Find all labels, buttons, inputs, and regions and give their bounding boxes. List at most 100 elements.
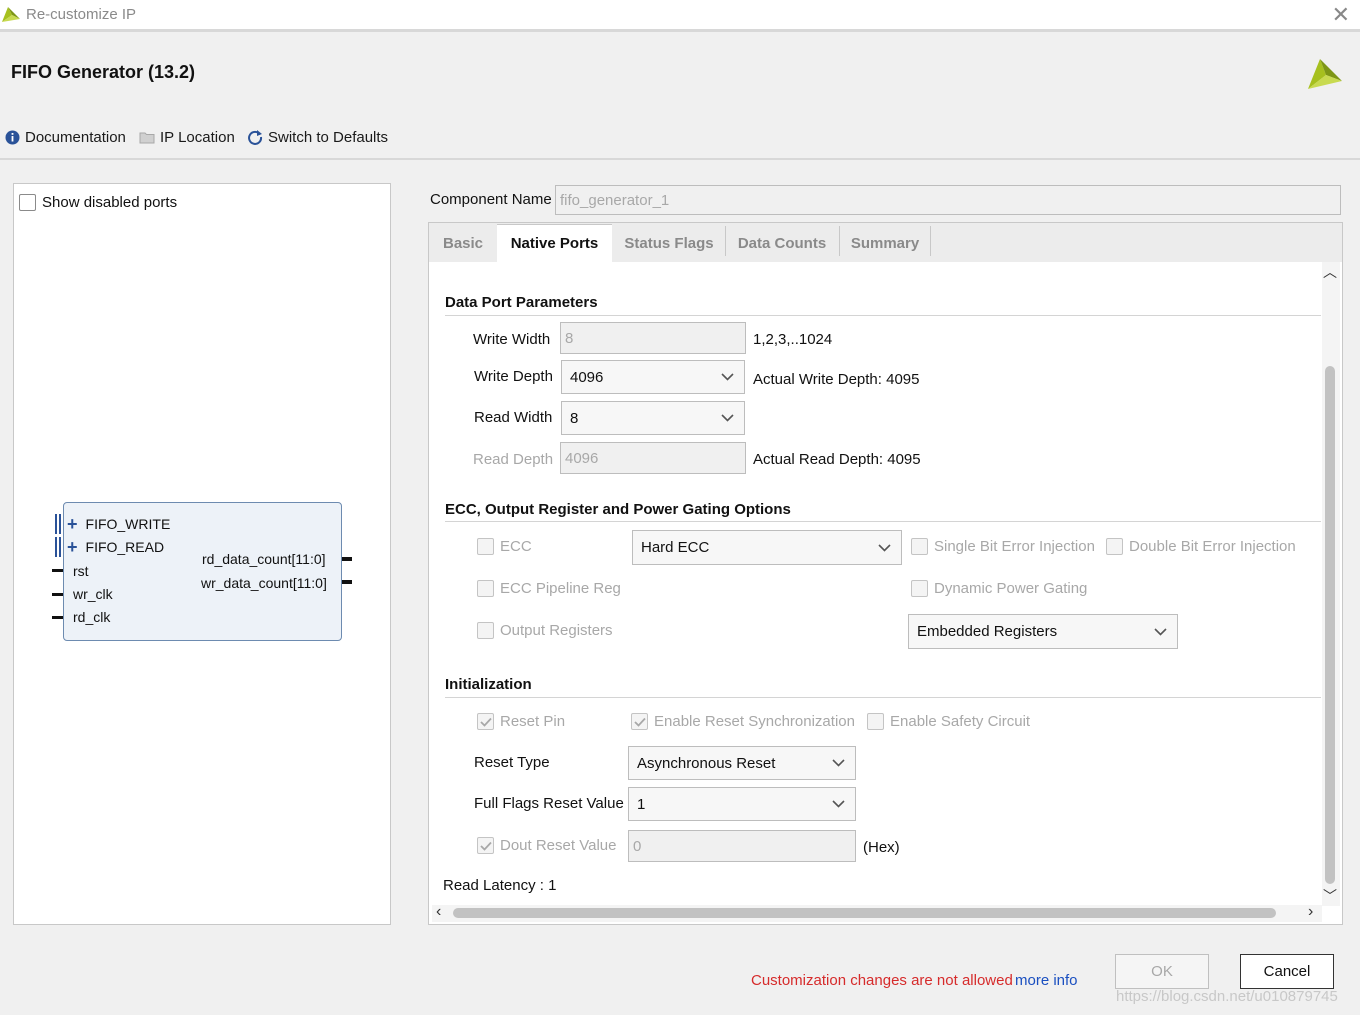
- horizontal-scroll-thumb[interactable]: [453, 908, 1276, 918]
- bus-pin-write-2: [59, 514, 61, 534]
- bus-pin-read-2: [59, 537, 61, 557]
- output-registers-label: Output Registers: [500, 622, 613, 639]
- pin-rd-clk: rd_clk: [73, 609, 111, 625]
- ecc-mode-select[interactable]: Hard ECC: [632, 530, 902, 565]
- tab-native-ports[interactable]: Native Ports: [497, 224, 612, 262]
- section-title-ecc: ECC, Output Register and Power Gating Op…: [445, 501, 791, 518]
- component-name-label: Component Name: [430, 191, 552, 208]
- output-registers-checkbox[interactable]: Output Registers: [477, 622, 613, 639]
- dout-reset-label: Dout Reset Value: [500, 837, 617, 854]
- pin-rst: rst: [73, 563, 89, 579]
- checkbox-box[interactable]: [911, 580, 928, 597]
- ecc-pipeline-reg-label: ECC Pipeline Reg: [500, 580, 621, 597]
- scroll-down-icon[interactable]: ﹀: [1323, 886, 1337, 906]
- tab-basic[interactable]: Basic: [430, 224, 496, 262]
- switch-to-defaults-button[interactable]: Switch to Defaults: [247, 127, 388, 147]
- switch-to-defaults-label: Switch to Defaults: [268, 128, 389, 146]
- checkbox-box[interactable]: [477, 538, 494, 555]
- ip-location-label: IP Location: [160, 128, 235, 146]
- write-width-hint: 1,2,3,..1024: [753, 331, 833, 348]
- enable-safety-circuit-label: Enable Safety Circuit: [890, 713, 1031, 730]
- xilinx-logo-icon: [1308, 59, 1342, 89]
- ecc-checkbox[interactable]: ECC: [477, 538, 532, 555]
- documentation-button[interactable]: Documentation: [5, 127, 126, 147]
- enable-safety-circuit-checkbox[interactable]: Enable Safety Circuit: [867, 713, 1030, 730]
- scroll-up-icon[interactable]: ︿: [1323, 262, 1337, 282]
- enable-reset-sync-checkbox[interactable]: Enable Reset Synchronization: [631, 713, 855, 730]
- dout-reset-input[interactable]: 0: [628, 830, 856, 862]
- chevron-down-icon: [721, 373, 734, 381]
- expand-plus-icon[interactable]: +: [67, 515, 78, 533]
- documentation-label: Documentation: [25, 128, 126, 146]
- full-flags-reset-select[interactable]: 1: [628, 787, 856, 821]
- window-titlebar: Re-customize IP ✕: [0, 0, 1360, 32]
- ecc-pipeline-reg-checkbox[interactable]: ECC Pipeline Reg: [477, 580, 621, 597]
- pin-wr-clk: wr_clk: [73, 586, 113, 602]
- write-depth-hint: Actual Write Depth: 4095: [753, 371, 920, 388]
- window-title: Re-customize IP: [26, 6, 137, 23]
- double-bit-error-label: Double Bit Error Injection: [1129, 538, 1296, 555]
- checkbox-box[interactable]: [1106, 538, 1123, 555]
- info-icon: [5, 130, 20, 144]
- reset-type-value: Asynchronous Reset: [637, 754, 776, 772]
- reset-pin-checkbox[interactable]: Reset Pin: [477, 713, 565, 730]
- pin-rd-data-count: rd_data_count[11:0]: [202, 551, 326, 567]
- checkbox-box[interactable]: [477, 713, 494, 730]
- section-divider: [445, 315, 1321, 316]
- component-name-input[interactable]: fifo_generator_1: [555, 185, 1341, 215]
- scroll-right-icon[interactable]: ›: [1308, 903, 1313, 921]
- double-bit-error-checkbox[interactable]: Double Bit Error Injection: [1106, 538, 1296, 555]
- checkbox-box[interactable]: [477, 622, 494, 639]
- write-depth-select[interactable]: 4096: [561, 360, 745, 394]
- cancel-button[interactable]: Cancel: [1240, 954, 1334, 989]
- tab-status-flags[interactable]: Status Flags: [613, 224, 725, 262]
- checkbox-box[interactable]: [477, 580, 494, 597]
- dynamic-power-gating-checkbox[interactable]: Dynamic Power Gating: [911, 580, 1087, 597]
- watermark-text: https://blog.csdn.net/u010879745: [1116, 988, 1338, 1005]
- port-fifo-write[interactable]: + FIFO_WRITE: [67, 515, 170, 533]
- checkmark-icon: [633, 717, 646, 727]
- toolbar-divider: [0, 158, 1360, 160]
- expand-plus-icon[interactable]: +: [67, 538, 78, 556]
- checkbox-box[interactable]: [477, 837, 494, 854]
- checkbox-box[interactable]: [19, 194, 36, 211]
- checkbox-box[interactable]: [867, 713, 884, 730]
- port-fifo-read[interactable]: + FIFO_READ: [67, 538, 165, 556]
- tab-data-counts[interactable]: Data Counts: [726, 224, 838, 262]
- section-title-data-port: Data Port Parameters: [445, 294, 598, 311]
- output-registers-select[interactable]: Embedded Registers: [908, 614, 1178, 649]
- refresh-icon: [248, 130, 263, 145]
- single-bit-error-label: Single Bit Error Injection: [934, 538, 1095, 555]
- dout-reset-unit: (Hex): [863, 839, 900, 856]
- checkbox-box[interactable]: [631, 713, 648, 730]
- single-bit-error-checkbox[interactable]: Single Bit Error Injection: [911, 538, 1095, 555]
- ip-location-button[interactable]: IP Location: [139, 127, 235, 147]
- read-width-select[interactable]: 8: [561, 401, 745, 435]
- show-disabled-ports-checkbox[interactable]: Show disabled ports: [19, 194, 177, 211]
- checkmark-icon: [479, 841, 492, 851]
- write-width-input[interactable]: 8: [560, 322, 746, 354]
- vertical-scroll-thumb[interactable]: [1325, 366, 1335, 884]
- more-info-link[interactable]: more info: [1015, 972, 1078, 989]
- tab-summary[interactable]: Summary: [840, 224, 930, 262]
- tab-divider: [930, 226, 931, 256]
- show-disabled-ports-label: Show disabled ports: [42, 194, 178, 211]
- read-depth-input[interactable]: 4096: [560, 442, 746, 474]
- reset-pin-label: Reset Pin: [500, 713, 566, 730]
- pin-line: [342, 580, 352, 584]
- output-registers-value: Embedded Registers: [917, 623, 1058, 640]
- full-flags-reset-label: Full Flags Reset Value: [474, 795, 624, 812]
- read-latency-text: Read Latency : 1: [443, 877, 557, 894]
- checkbox-box[interactable]: [911, 538, 928, 555]
- reset-type-select[interactable]: Asynchronous Reset: [628, 746, 856, 780]
- read-width-label: Read Width: [474, 409, 553, 426]
- pin-line: [52, 593, 63, 596]
- dout-reset-checkbox[interactable]: Dout Reset Value: [477, 837, 616, 854]
- ok-button[interactable]: OK: [1115, 954, 1209, 989]
- section-title-initialization: Initialization: [445, 676, 532, 693]
- warning-text: Customization changes are not allowed: [751, 972, 1013, 989]
- port-label: FIFO_READ: [85, 539, 165, 555]
- scroll-left-icon[interactable]: ‹: [436, 903, 441, 921]
- close-icon[interactable]: ✕: [1332, 2, 1350, 28]
- read-width-value: 8: [570, 409, 579, 427]
